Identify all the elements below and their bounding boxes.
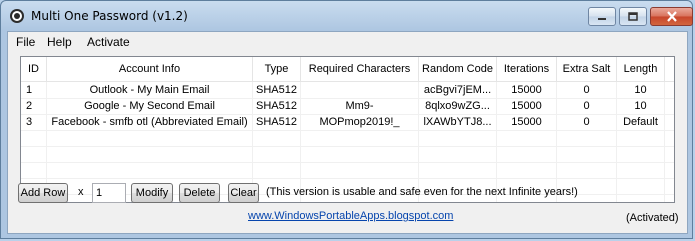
cell-required-characters: MOPmop2019!_ [301, 114, 419, 130]
row-divider [21, 98, 674, 99]
delete-button[interactable]: Delete [179, 183, 220, 203]
info-note: (This version is usable and safe even fo… [266, 186, 578, 198]
cell-extra-salt: 0 [557, 98, 617, 114]
column-divider [616, 82, 617, 202]
row-divider [21, 130, 674, 131]
website-link[interactable]: www.WindowsPortableApps.blogspot.com [248, 210, 453, 222]
cell-random-code: lXAWbYTJ8... [419, 114, 497, 130]
column-header-id[interactable]: ID [21, 57, 47, 81]
activation-status: (Activated) [626, 212, 679, 224]
cell-type: SHA512 [253, 98, 301, 114]
cell-iterations: 15000 [497, 114, 557, 130]
column-header-required-characters[interactable]: Required Characters [301, 57, 419, 81]
clear-button[interactable]: Clear [228, 183, 259, 203]
minimize-button[interactable] [588, 7, 616, 26]
cell-length: 10 [617, 98, 665, 114]
cell-type: SHA512 [253, 82, 301, 98]
row-divider [21, 114, 674, 115]
column-divider [300, 82, 301, 202]
column-divider [418, 82, 419, 202]
column-header-type[interactable]: Type [253, 57, 301, 81]
column-header-random-code[interactable]: Random Code [419, 57, 497, 81]
menu-activate[interactable]: Activate [87, 35, 130, 49]
times-label: x [78, 186, 84, 198]
cell-extra-salt: 0 [557, 82, 617, 98]
app-window: Multi One Password (v1.2) File Help Acti… [0, 0, 693, 239]
column-header-account-info[interactable]: Account Info [47, 57, 253, 81]
table-row[interactable]: 2 Google - My Second Email SHA512 Mm9- 8… [21, 98, 674, 114]
cell-length: Default [617, 114, 665, 130]
maximize-icon [628, 12, 638, 21]
menu-bar: File Help Activate [8, 32, 687, 52]
close-button[interactable] [650, 7, 693, 26]
row-divider [21, 162, 674, 163]
column-divider [556, 82, 557, 202]
column-header-length[interactable]: Length [617, 57, 665, 81]
menu-file[interactable]: File [16, 35, 35, 49]
cell-id: 1 [21, 82, 47, 98]
modify-button[interactable]: Modify [131, 183, 173, 203]
count-input[interactable] [92, 183, 126, 203]
close-icon [666, 11, 677, 22]
table-header: ID Account Info Type Required Characters… [21, 57, 674, 82]
app-icon [9, 8, 25, 24]
table-row[interactable]: 3 Facebook - smfb otl (Abbreviated Email… [21, 114, 674, 130]
column-header-iterations[interactable]: Iterations [497, 57, 557, 81]
maximize-button[interactable] [619, 7, 647, 26]
cell-id: 2 [21, 98, 47, 114]
row-divider [21, 178, 674, 179]
cell-required-characters: Mm9- [301, 98, 419, 114]
table-row[interactable]: 1 Outlook - My Main Email SHA512 acBgvi7… [21, 82, 674, 98]
window-title: Multi One Password (v1.2) [31, 9, 188, 23]
minimize-icon [598, 17, 606, 20]
cell-random-code: 8qlxo9wZG... [419, 98, 497, 114]
cell-id: 3 [21, 114, 47, 130]
cell-iterations: 15000 [497, 82, 557, 98]
column-header-extra-salt[interactable]: Extra Salt [557, 57, 617, 81]
menu-help[interactable]: Help [47, 35, 72, 49]
row-divider [21, 146, 674, 147]
cell-length: 10 [617, 82, 665, 98]
cell-required-characters [301, 82, 419, 98]
cell-extra-salt: 0 [557, 114, 617, 130]
client-area: File Help Activate ID Account Info Type … [7, 31, 688, 234]
title-bar[interactable]: Multi One Password (v1.2) [1, 1, 693, 31]
cell-account-info: Outlook - My Main Email [47, 82, 253, 98]
cell-account-info: Facebook - smfb otl (Abbreviated Email) [47, 114, 253, 130]
cell-random-code: acBgvi7jEM... [419, 82, 497, 98]
add-row-button[interactable]: Add Row [18, 183, 68, 203]
cell-iterations: 15000 [497, 98, 557, 114]
column-divider [496, 82, 497, 202]
accounts-table[interactable]: ID Account Info Type Required Characters… [20, 56, 675, 203]
column-divider [664, 82, 665, 202]
cell-type: SHA512 [253, 114, 301, 130]
cell-account-info: Google - My Second Email [47, 98, 253, 114]
